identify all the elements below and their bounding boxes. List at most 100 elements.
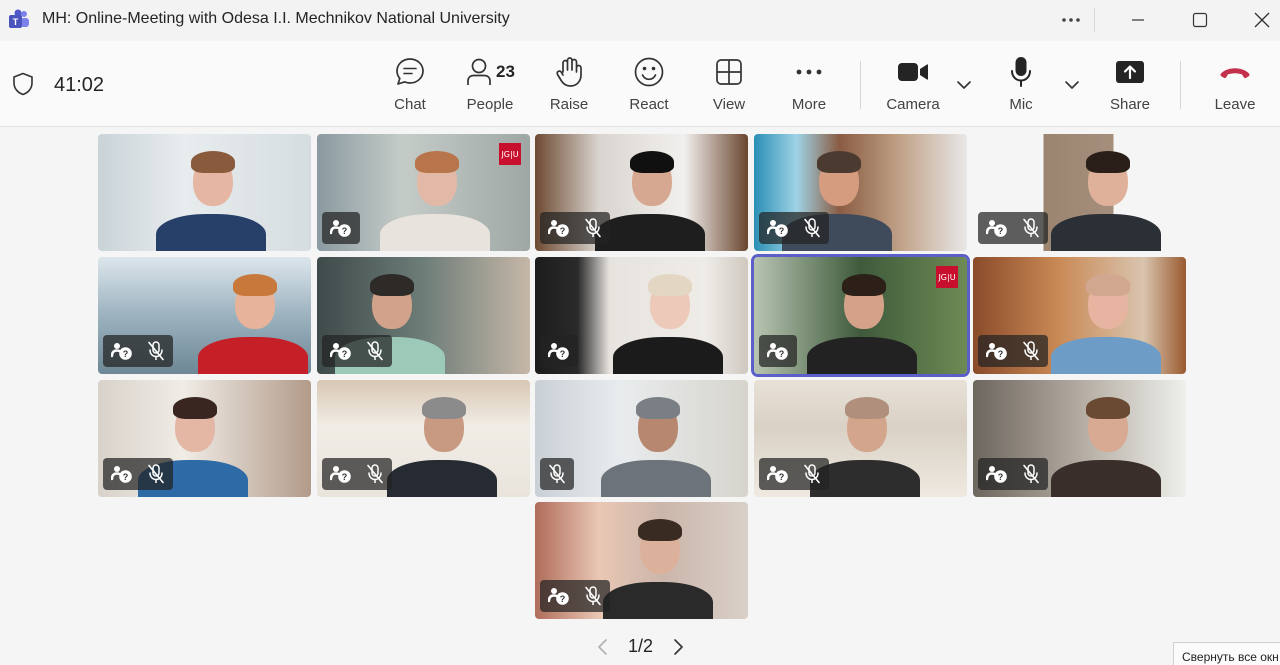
mic-label: Mic — [1009, 96, 1033, 113]
svg-text:?: ? — [779, 226, 785, 236]
mic-options-chevron-icon[interactable] — [1064, 77, 1080, 93]
network-warning-icon: ? — [330, 466, 351, 483]
mic-off-icon — [1023, 341, 1039, 361]
network-warning-icon: ? — [548, 343, 569, 360]
people-button[interactable]: 23 People — [462, 53, 518, 119]
camera-options-chevron-icon[interactable] — [956, 77, 972, 93]
participant-status-pill: ? — [759, 335, 797, 367]
participant-video-tile[interactable]: JG|U? — [317, 134, 530, 251]
people-icon — [467, 58, 491, 85]
gallery-pager: 1/2 — [596, 636, 685, 657]
chevron-left-icon[interactable] — [596, 638, 610, 656]
people-count: 23 — [496, 62, 515, 81]
page-indicator: 1/2 — [628, 636, 654, 656]
camera-button[interactable]: Camera — [884, 53, 942, 119]
participant-video-tile[interactable] — [98, 134, 311, 251]
minimize-button[interactable] — [1115, 0, 1161, 40]
participant-video-tile[interactable] — [535, 380, 748, 497]
share-screen-icon — [1116, 61, 1144, 83]
svg-text:?: ? — [560, 349, 566, 359]
mic-button[interactable]: Mic — [1004, 53, 1038, 119]
chat-label: Chat — [394, 96, 426, 113]
participant-status-pill: ? — [322, 335, 392, 367]
meeting-timer: 41:02 — [54, 74, 105, 96]
raise-hand-icon — [556, 57, 582, 87]
maximize-button[interactable] — [1177, 0, 1223, 40]
more-dots-icon — [796, 69, 822, 75]
toolbar-separator-2 — [1180, 61, 1181, 109]
shield-icon[interactable] — [12, 72, 34, 96]
participant-video-tile[interactable]: ? — [973, 257, 1186, 374]
participant-status-pill: ? — [322, 212, 360, 244]
maximize-icon — [1192, 12, 1208, 28]
more-button[interactable]: More — [789, 53, 829, 119]
raise-hand-button[interactable]: Raise — [549, 53, 589, 119]
participant-video-tile[interactable]: ? — [754, 380, 967, 497]
view-button[interactable]: View — [710, 53, 748, 119]
participant-status-pill: ? — [322, 458, 392, 490]
chevron-right-icon[interactable] — [671, 638, 685, 656]
network-warning-icon: ? — [986, 466, 1007, 483]
react-button[interactable]: React — [628, 53, 670, 119]
mic-off-icon — [148, 341, 164, 361]
participant-video-tile[interactable]: ? — [535, 134, 748, 251]
svg-text:?: ? — [342, 226, 348, 236]
people-label: People — [466, 96, 514, 113]
title-bar: T MH: Online-Meeting with Odesa I.I. Mec… — [0, 0, 1280, 40]
meeting-toolbar: 41:02 Chat 23 People Raise React View Mo… — [0, 41, 1280, 127]
more-options-button[interactable] — [1048, 0, 1094, 40]
mic-off-icon — [367, 464, 383, 484]
participant-video-tile[interactable]: ? — [754, 134, 967, 251]
network-warning-icon: ? — [767, 343, 788, 360]
participant-status-pill: ? — [759, 212, 829, 244]
mic-off-icon — [367, 341, 383, 361]
participant-video-tile[interactable]: ? — [317, 380, 530, 497]
participant-video-tile[interactable]: ? — [973, 380, 1186, 497]
mic-off-icon — [549, 464, 565, 484]
window-title: MH: Online-Meeting with Odesa I.I. Mechn… — [42, 10, 510, 27]
participant-video-tile[interactable]: ? — [317, 257, 530, 374]
minimize-icon — [1132, 19, 1144, 21]
network-warning-icon: ? — [986, 220, 1007, 237]
more-label: More — [791, 96, 827, 113]
share-button[interactable]: Share — [1108, 53, 1152, 119]
participant-status-pill: ? — [540, 212, 610, 244]
university-logo-badge: JG|U — [936, 266, 958, 288]
network-warning-icon: ? — [111, 466, 132, 483]
participant-status-pill: ? — [759, 458, 829, 490]
network-warning-icon: ? — [330, 220, 351, 237]
mic-off-icon — [585, 586, 601, 606]
svg-text:?: ? — [998, 226, 1004, 236]
minimize-all-tooltip: Свернуть все окн — [1173, 642, 1280, 665]
participant-video-tile[interactable]: ? — [973, 134, 1186, 251]
network-warning-icon: ? — [548, 588, 569, 605]
mic-off-icon — [804, 464, 820, 484]
chat-button[interactable]: Chat — [391, 53, 429, 119]
camera-icon — [898, 63, 928, 81]
network-warning-icon: ? — [548, 220, 569, 237]
svg-text:?: ? — [560, 594, 566, 604]
participant-video-tile[interactable]: JG|U? — [754, 257, 967, 374]
close-window-button[interactable] — [1239, 0, 1280, 40]
participant-video-tile[interactable]: ? — [535, 502, 748, 619]
close-icon — [1254, 12, 1270, 28]
svg-text:?: ? — [123, 472, 129, 482]
network-warning-icon: ? — [767, 220, 788, 237]
participant-figure — [98, 134, 311, 251]
participant-video-tile[interactable]: ? — [98, 257, 311, 374]
network-warning-icon: ? — [330, 343, 351, 360]
participant-status-pill: ? — [978, 458, 1048, 490]
svg-text:?: ? — [998, 472, 1004, 482]
leave-label: Leave — [1214, 96, 1256, 113]
smiley-icon — [634, 57, 664, 87]
leave-button[interactable]: Leave — [1212, 53, 1258, 119]
participant-status-pill: ? — [540, 580, 610, 612]
title-separator — [1094, 8, 1095, 32]
participant-video-tile[interactable]: ? — [98, 380, 311, 497]
camera-label: Camera — [886, 96, 940, 113]
participant-status-pill: ? — [978, 212, 1048, 244]
microphone-icon — [1011, 57, 1031, 87]
mic-off-icon — [1023, 464, 1039, 484]
participant-video-tile[interactable]: ? — [535, 257, 748, 374]
network-warning-icon: ? — [767, 466, 788, 483]
